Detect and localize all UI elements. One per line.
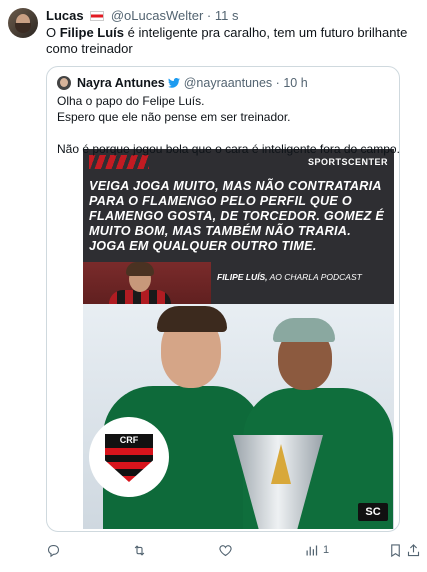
quoted-separator: · [275, 76, 280, 90]
sportscenter-logo: SPORTSCENTER [307, 157, 388, 167]
author-handle[interactable]: @oLucasWelter [111, 8, 203, 23]
like-button[interactable] [218, 541, 233, 559]
share-icon [407, 543, 420, 556]
quoted-author-name[interactable]: Nayra Antunes [77, 76, 165, 90]
reply-button[interactable] [46, 541, 61, 559]
bookmark-icon [391, 543, 400, 557]
quote-graphic-panel: SPORTSCENTER VEIGA JOGA MUITO, MAS NÃO C… [83, 149, 394, 314]
tweet: Lucas @oLucasWelter · 11 s O Filipe Luís… [0, 0, 427, 572]
quoted-text: Olha o papo do Felipe Luís. Espero que e… [57, 93, 389, 125]
quoted-timestamp[interactable]: 10 h [283, 76, 307, 90]
sc-logo-badge: SC [358, 503, 388, 521]
quoted-tweet[interactable]: Nayra Antunes @nayraantunes · 10 h Olha … [46, 66, 400, 532]
tweet-header: Lucas @oLucasWelter · 11 s [46, 8, 238, 24]
share-button[interactable] [406, 541, 421, 559]
stripe-decoration [89, 155, 149, 169]
timestamp[interactable]: 11 s [215, 8, 239, 23]
crest-text: CRF [119, 435, 139, 445]
quoted-line: Espero que ele não pense em ser treinado… [57, 110, 291, 124]
views-button[interactable]: 1 [304, 541, 329, 559]
reply-icon [47, 544, 60, 557]
quote-attribution: FILIPE LUÍS, AO CHARLA PODCAST [217, 272, 362, 282]
quoted-media-image[interactable]: SPORTSCENTER VEIGA JOGA MUITO, MAS NÃO C… [83, 149, 394, 529]
avatar[interactable] [8, 8, 38, 38]
retweet-button[interactable] [132, 541, 147, 559]
quoted-line: Olha o papo do Felipe Luís. [57, 94, 205, 108]
views-count: 1 [323, 544, 330, 556]
action-bar: 1 [46, 541, 420, 559]
bookmark-button[interactable] [388, 541, 403, 559]
quote-graphic-text: VEIGA JOGA MUITO, MAS NÃO CONTRATARIA PA… [89, 179, 385, 253]
quoted-line: Não é porque jogou bola que o cara é int… [57, 142, 400, 156]
quoted-header: Nayra Antunes @nayraantunes · 10 h [77, 75, 308, 91]
quoted-author-handle[interactable]: @nayraantunes [184, 76, 272, 90]
twitter-bird-icon [168, 77, 181, 88]
analytics-icon [306, 545, 318, 555]
flag-icon [90, 11, 105, 21]
separator: · [206, 8, 212, 23]
quoted-avatar[interactable] [57, 76, 71, 90]
retweet-icon [134, 544, 145, 556]
tweet-text: O Filipe Luís é inteligente pra caralho,… [46, 25, 408, 56]
author-name[interactable]: Lucas [46, 8, 84, 23]
heart-icon [219, 544, 232, 556]
